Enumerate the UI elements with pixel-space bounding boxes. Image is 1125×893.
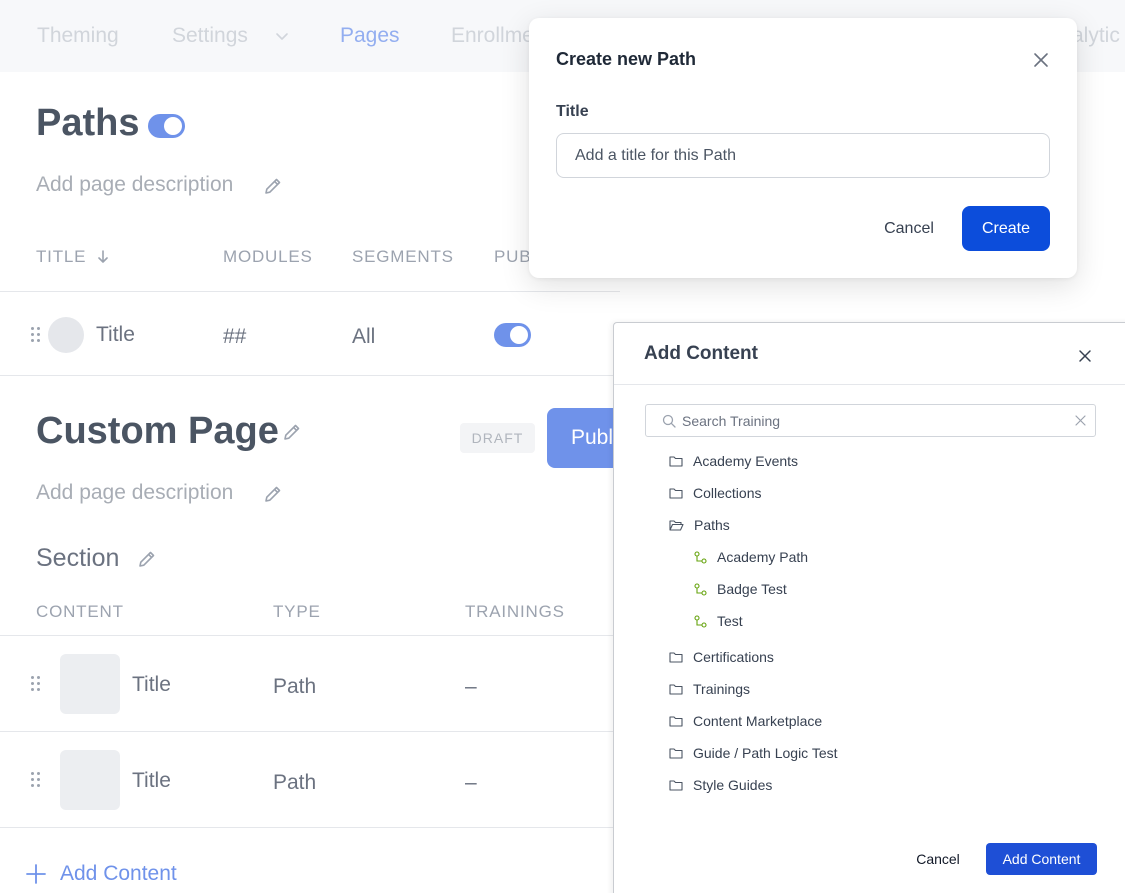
content-row-type: Path: [273, 771, 317, 794]
tree-path-test[interactable]: Test: [694, 610, 743, 632]
nav-item-pages[interactable]: Pages: [340, 24, 400, 48]
add-content-label: Add Content: [60, 862, 177, 885]
path-avatar: [48, 317, 84, 353]
search-input[interactable]: [682, 406, 1062, 435]
drag-handle-icon[interactable]: [31, 676, 41, 692]
folder-icon: [669, 652, 683, 663]
add-content-panel: Add Content Academy Events Collections P…: [613, 322, 1125, 893]
create-path-modal: Create new Path Title Cancel Create: [529, 18, 1077, 278]
path-row-segments: All: [352, 325, 376, 348]
drag-handle-icon[interactable]: [31, 772, 41, 788]
tree-folder-style-guides[interactable]: Style Guides: [669, 774, 772, 796]
tree-item-label: Content Marketplace: [693, 713, 823, 729]
folder-open-icon: [669, 520, 684, 531]
divider: [0, 291, 620, 292]
folder-icon: [669, 488, 683, 499]
custom-page-title: Custom Page: [36, 410, 279, 452]
content-thumbnail: [60, 654, 120, 714]
column-header-title[interactable]: TITLE: [36, 247, 86, 267]
path-icon: [694, 614, 707, 628]
path-row-title[interactable]: Title: [96, 323, 135, 347]
modal-title: Create new Path: [556, 49, 697, 69]
tree-item-label: Certifications: [693, 649, 774, 665]
close-icon[interactable]: [1077, 348, 1093, 364]
content-row-title[interactable]: Title: [132, 673, 171, 697]
path-icon: [694, 550, 707, 564]
cancel-button[interactable]: Cancel: [865, 206, 953, 251]
content-row-trainings: –: [465, 675, 477, 698]
tree-item-label: Test: [717, 613, 743, 629]
tree-folder-guide-path-logic-test[interactable]: Guide / Path Logic Test: [669, 742, 838, 764]
paths-description[interactable]: Add page description: [36, 173, 233, 197]
folder-icon: [669, 716, 683, 727]
tree-item-label: Academy Path: [717, 549, 809, 565]
nav-item-enrollments[interactable]: Enrollme: [451, 24, 534, 48]
tree-item-label: Trainings: [693, 681, 751, 697]
path-row-publish-toggle[interactable]: [494, 323, 531, 347]
pencil-icon[interactable]: [136, 548, 158, 570]
cancel-button[interactable]: Cancel: [907, 843, 969, 875]
drag-handle-icon[interactable]: [31, 327, 41, 343]
paths-title: Paths: [36, 102, 140, 144]
tree-item-label: Collections: [693, 485, 762, 501]
nav-item-analytics[interactable]: alytic: [1072, 24, 1120, 48]
column-header-type: TYPE: [273, 602, 321, 621]
tree-folder-trainings[interactable]: Trainings: [669, 678, 750, 700]
section-title: Section: [36, 544, 120, 572]
title-field-label: Title: [556, 103, 589, 120]
divider: [0, 635, 620, 636]
path-title-input[interactable]: [556, 133, 1050, 178]
search-field[interactable]: [645, 404, 1096, 437]
status-badge: DRAFT: [460, 423, 535, 453]
path-row-modules: ##: [223, 325, 247, 348]
content-row-title[interactable]: Title: [132, 769, 171, 793]
tree-item-label: Guide / Path Logic Test: [693, 745, 838, 761]
column-header-trainings: TRAININGS: [465, 602, 565, 621]
custom-page-description[interactable]: Add page description: [36, 481, 233, 505]
folder-icon: [669, 684, 683, 695]
tree-item-label: Style Guides: [693, 777, 773, 793]
plus-icon: [26, 864, 46, 884]
panel-title: Add Content: [644, 343, 758, 364]
nav-item-settings[interactable]: Settings: [172, 24, 248, 48]
tree-item-label: Academy Events: [693, 453, 799, 469]
close-icon[interactable]: [1032, 51, 1050, 69]
tree-folder-paths[interactable]: Paths: [669, 514, 730, 536]
tree-folder-certifications[interactable]: Certifications: [669, 646, 774, 668]
tree-path-academy-path[interactable]: Academy Path: [694, 546, 808, 568]
folder-icon: [669, 456, 683, 467]
tree-folder-content-marketplace[interactable]: Content Marketplace: [669, 710, 822, 732]
folder-icon: [669, 780, 683, 791]
create-button[interactable]: Create: [962, 206, 1050, 251]
path-icon: [694, 582, 707, 596]
chevron-down-icon[interactable]: [273, 27, 291, 45]
content-thumbnail: [60, 750, 120, 810]
column-header-segments: SEGMENTS: [352, 247, 454, 266]
divider: [0, 375, 620, 376]
tree-item-label: Paths: [694, 517, 730, 533]
divider: [0, 827, 620, 828]
paths-publish-toggle[interactable]: [148, 114, 185, 138]
pencil-icon[interactable]: [262, 483, 284, 505]
pencil-icon[interactable]: [262, 175, 284, 197]
column-header-content: CONTENT: [36, 602, 124, 621]
sort-down-icon[interactable]: [96, 249, 110, 265]
search-icon: [662, 414, 676, 428]
column-header-modules: MODULES: [223, 247, 313, 266]
content-row-type: Path: [273, 675, 317, 698]
tree-folder-academy-events[interactable]: Academy Events: [669, 450, 798, 472]
tree-item-label: Badge Test: [717, 581, 787, 597]
add-content-button[interactable]: Add Content: [986, 843, 1097, 875]
tree-folder-collections[interactable]: Collections: [669, 482, 761, 504]
column-header-published: PUB: [494, 247, 532, 266]
nav-item-theming[interactable]: Theming: [37, 24, 119, 48]
content-row-trainings: –: [465, 771, 477, 794]
divider: [0, 731, 620, 732]
pencil-icon[interactable]: [281, 421, 303, 443]
divider: [614, 384, 1125, 385]
add-content-link[interactable]: Add Content: [26, 862, 177, 886]
clear-icon[interactable]: [1075, 415, 1086, 426]
folder-icon: [669, 748, 683, 759]
tree-path-badge-test[interactable]: Badge Test: [694, 578, 787, 600]
